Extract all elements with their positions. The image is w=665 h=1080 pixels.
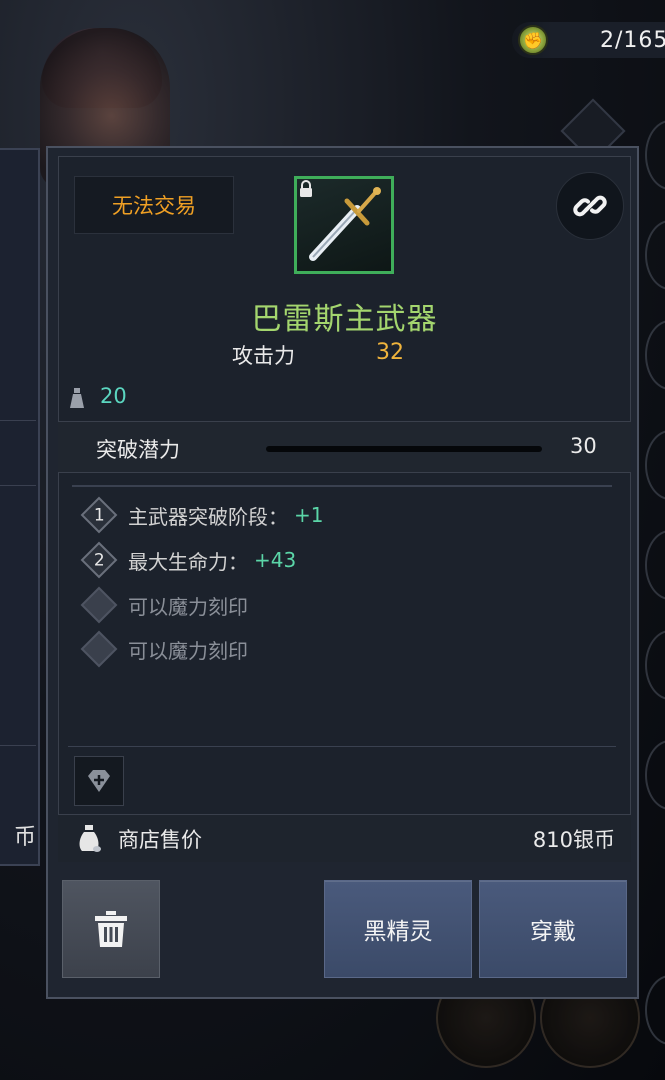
share-link-button[interactable] — [556, 172, 624, 240]
background-slot-ring — [645, 320, 665, 390]
breakthrough-potential-row: 突破潜力 30 — [58, 421, 631, 473]
background-inventory-panel — [0, 148, 40, 866]
add-gem-socket-button[interactable] — [74, 756, 124, 806]
divider — [72, 485, 612, 487]
effect-text: 主武器突破阶段： — [128, 504, 288, 529]
currency-display: ✊ 2/165 — [512, 22, 665, 58]
breakthrough-potential-value: 30 — [570, 434, 597, 458]
background-slot-ring — [645, 630, 665, 700]
shop-price-value: 810银币 — [532, 828, 615, 852]
background-slot-ring — [645, 975, 665, 1045]
attack-stat-label: 攻击力 — [232, 344, 295, 368]
effect-row-4: 可以魔力刻印 — [80, 630, 248, 668]
breakthrough-potential-label: 突破潜力 — [96, 438, 180, 462]
fist-emblem-icon: ✊ — [518, 25, 548, 55]
breakthrough-potential-bar — [266, 446, 542, 452]
weight-icon — [70, 388, 84, 408]
weight-value: 20 — [100, 384, 127, 408]
effect-row-2: 2 最大生命力： +43 — [80, 541, 297, 579]
divider — [0, 420, 36, 421]
background-slot-ring — [645, 220, 665, 290]
effect-bonus: +43 — [254, 548, 297, 572]
background-slot-ring — [645, 430, 665, 500]
background-coin-label: 币 — [13, 825, 36, 850]
background-slot-ring — [645, 120, 665, 190]
money-bag-icon — [79, 825, 101, 852]
divider — [0, 745, 36, 746]
divider — [0, 485, 36, 486]
trade-status-badge: 无法交易 — [74, 176, 234, 234]
lock-icon — [300, 180, 312, 197]
trash-icon — [95, 911, 127, 947]
shop-price-row: 商店售价 810银币 — [58, 814, 631, 862]
effect-number-badge: 2 — [80, 541, 118, 579]
effect-row-3: 可以魔力刻印 — [80, 586, 248, 624]
empty-rune-slot-icon — [80, 630, 118, 668]
background-slot-ring — [645, 530, 665, 600]
empty-rune-slot-icon — [80, 586, 118, 624]
background-slot-ring — [645, 740, 665, 810]
equip-button[interactable]: 穿戴 — [479, 880, 627, 978]
attack-stat-value: 32 — [376, 340, 404, 365]
effect-text: 可以魔力刻印 — [128, 594, 248, 619]
dark-elf-button[interactable]: 黑精灵 — [324, 880, 472, 978]
effect-text: 可以魔力刻印 — [128, 638, 248, 663]
item-tooltip-panel: 无法交易 巴雷斯主武器 攻击力 32 20 突破潜力 30 1 主武器突破阶段：… — [46, 146, 639, 999]
gem-plus-icon — [88, 770, 110, 792]
effect-text: 最大生命力： — [128, 549, 248, 574]
item-name: 巴雷斯主武器 — [251, 302, 438, 337]
effect-number-badge: 1 — [80, 496, 118, 534]
currency-value: 2/165 — [600, 27, 665, 53]
link-icon — [573, 195, 607, 217]
delete-item-button[interactable] — [62, 880, 160, 978]
divider — [68, 746, 616, 747]
item-icon-frame — [294, 176, 394, 274]
effect-bonus: +1 — [294, 503, 324, 527]
shop-price-label: 商店售价 — [118, 828, 202, 852]
effect-row-1: 1 主武器突破阶段： +1 — [80, 496, 324, 534]
